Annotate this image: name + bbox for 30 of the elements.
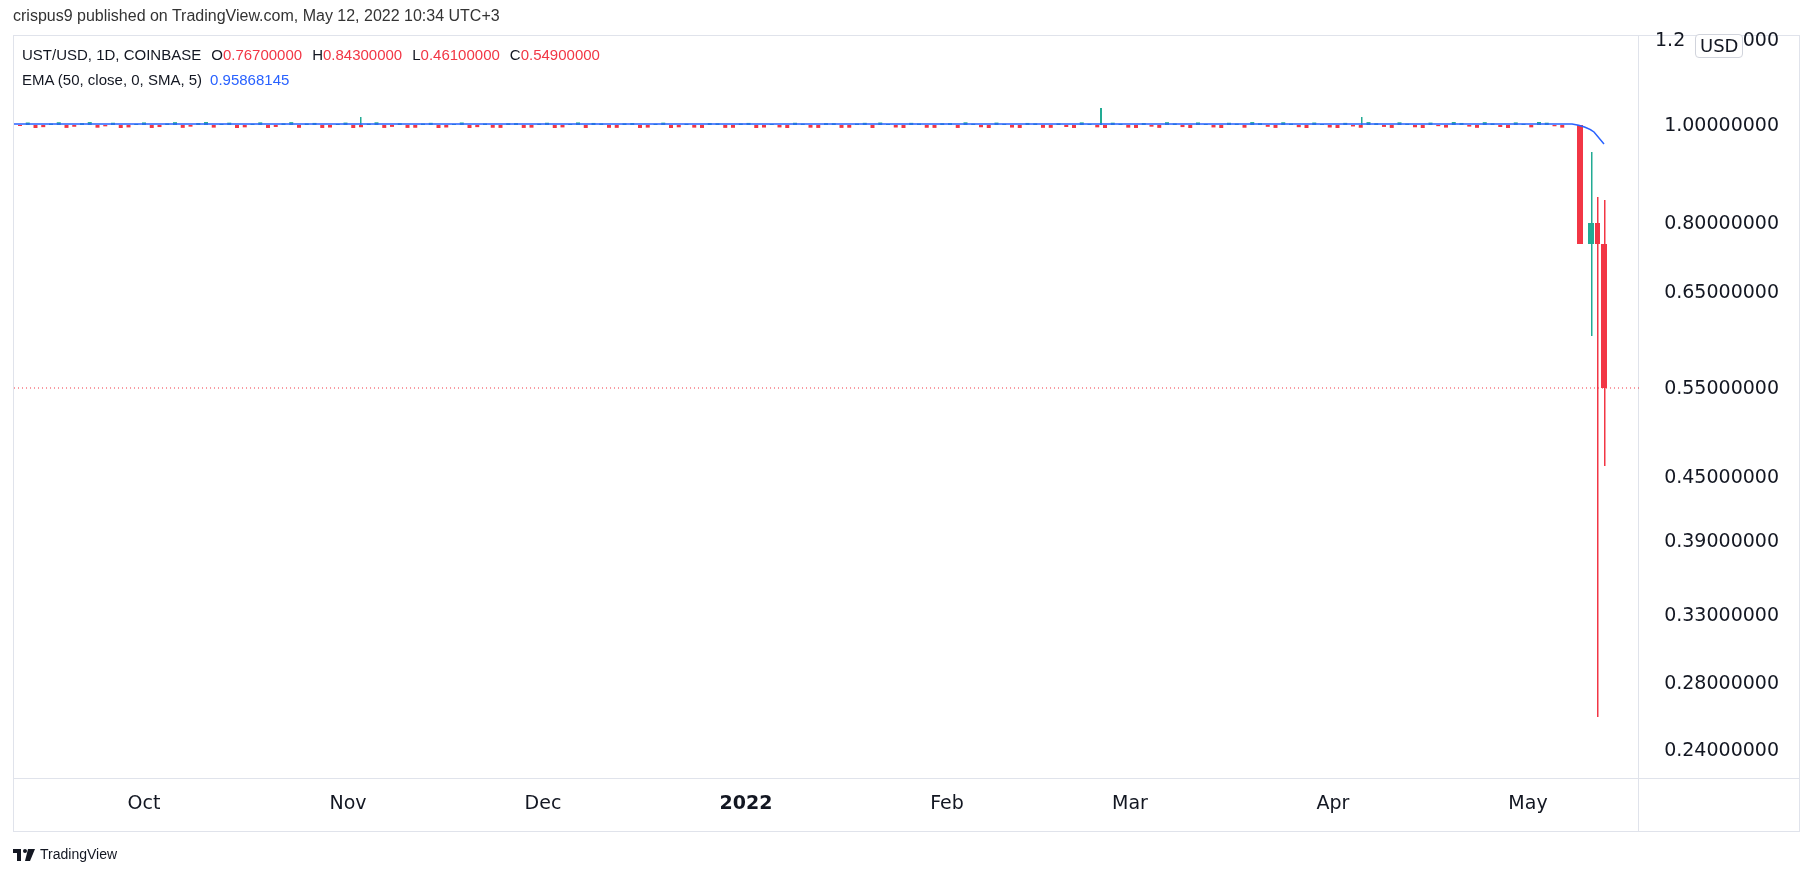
brand-name: TradingView [40, 845, 118, 864]
price-label: 000 [1742, 30, 1779, 49]
time-label: Dec [524, 793, 562, 812]
time-label: Mar [1112, 793, 1148, 812]
ohlc-value: O0.76700000 [211, 45, 303, 65]
price-label: 1.00000000 [1664, 115, 1779, 134]
ohlc-value: L0.46100000 [412, 45, 500, 65]
ohlc-value: C0.54900000 [509, 45, 600, 65]
price-label: 0.55000000 [1664, 378, 1779, 397]
currency-badge[interactable]: USD [1695, 34, 1744, 58]
time-label: Feb [930, 793, 964, 812]
price-label: 0.24000000 [1664, 740, 1779, 759]
price-label: 0.65000000 [1664, 282, 1779, 301]
logo-icon [13, 848, 35, 861]
price-label: 0.45000000 [1664, 467, 1779, 486]
price-label: 1.2 [1655, 30, 1686, 49]
symbol-label: UST/USD, 1D, COINBASE [22, 45, 202, 65]
price-label: 0.33000000 [1664, 605, 1779, 624]
price-label: 0.39000000 [1664, 531, 1779, 550]
time-label: 2022 [719, 793, 773, 812]
time-label: Apr [1316, 793, 1350, 812]
price-label: 0.80000000 [1664, 213, 1779, 232]
indicator-value: 0.95868145 [210, 69, 290, 90]
time-label: May [1508, 793, 1548, 812]
price-label: 0.28000000 [1664, 673, 1779, 692]
time-label: Oct [127, 793, 161, 812]
publication-note: crispus9 published on TradingView.com, May 12, 2022 10:34 UTC+3 [13, 7, 500, 24]
indicator-label: EMA (50, close, 0, SMA, 5) [22, 69, 203, 90]
ohlc-value: H0.84300000 [312, 45, 403, 65]
time-label: Nov [329, 793, 367, 812]
